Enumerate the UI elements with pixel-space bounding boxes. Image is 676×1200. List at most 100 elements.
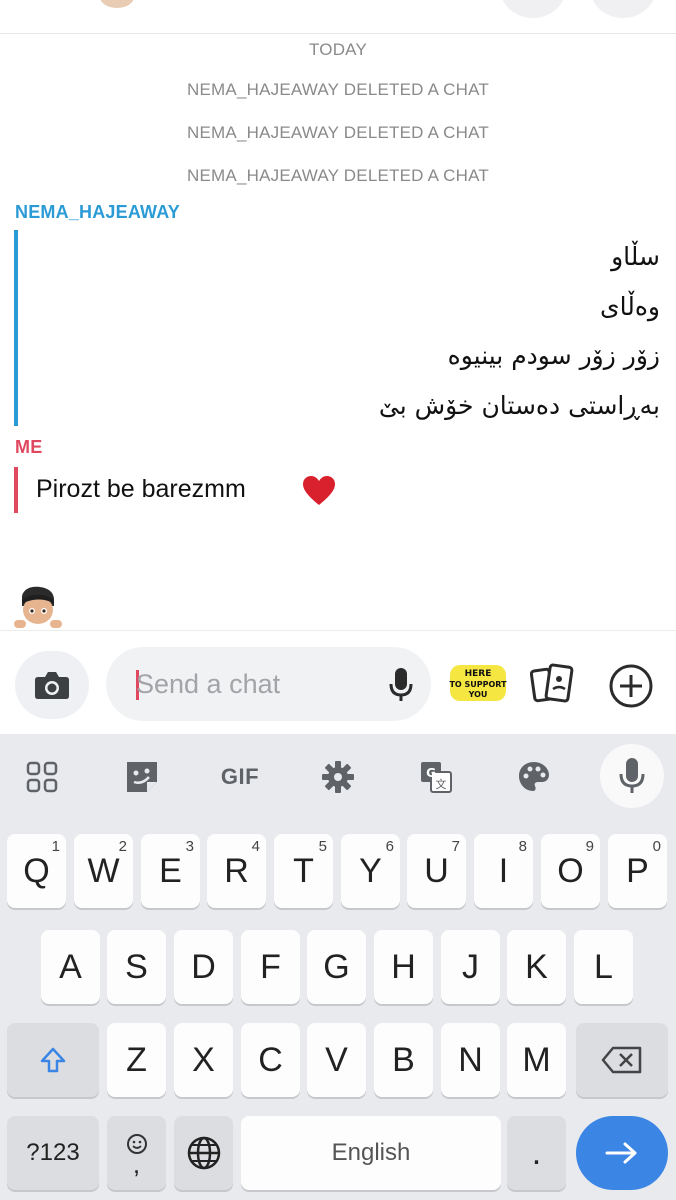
key-hint: 1 — [51, 838, 60, 855]
contact-message[interactable]: سڵاو — [611, 242, 660, 271]
key-t[interactable]: T5 — [274, 834, 333, 908]
sticker-icon[interactable] — [116, 754, 168, 800]
key-hint: 5 — [318, 838, 327, 855]
camera-icon — [35, 672, 69, 699]
key-w[interactable]: W2 — [74, 834, 133, 908]
translate-icon[interactable]: G文 — [410, 754, 462, 800]
symbols-key[interactable]: ?123 — [7, 1116, 99, 1190]
header-video-button[interactable] — [590, 0, 656, 18]
contact-name-label: NEMA_HAJEAWAY — [15, 202, 180, 222]
key-c[interactable]: C — [241, 1023, 300, 1097]
key-hint: 7 — [451, 838, 460, 855]
my-message-bar — [14, 467, 18, 513]
heart-emoji — [303, 476, 335, 505]
enter-key[interactable] — [576, 1116, 668, 1190]
shift-key[interactable] — [7, 1023, 99, 1097]
voice-typing-button[interactable] — [600, 744, 664, 808]
sticker-line-3: YOU — [468, 690, 488, 699]
chat-input-bar: Send a chat HERE TO SUPPORT YOU — [0, 630, 676, 734]
key-hint: 3 — [185, 838, 194, 855]
key-label: E — [159, 851, 182, 890]
key-s[interactable]: S — [107, 930, 166, 1004]
key-label: R — [224, 851, 249, 890]
snapchat-chat-screen: TODAY NEMA_HAJEAWAY DELETED A CHAT NEMA_… — [0, 0, 676, 1200]
svg-text:文: 文 — [436, 777, 447, 791]
key-u[interactable]: U7 — [407, 834, 466, 908]
arrow-right-icon — [605, 1142, 637, 1164]
key-hint: 6 — [385, 838, 394, 855]
key-hint: 9 — [585, 838, 594, 855]
key-i[interactable]: I8 — [474, 834, 533, 908]
key-d[interactable]: D — [174, 930, 233, 1004]
key-q[interactable]: Q1 — [7, 834, 66, 908]
settings-gear-icon[interactable] — [312, 754, 364, 800]
header-avatar[interactable] — [100, 0, 134, 8]
date-header: TODAY — [309, 40, 367, 59]
contact-message-bar — [14, 230, 18, 426]
emoji-comma-key[interactable]: , — [107, 1116, 166, 1190]
key-p[interactable]: P0 — [608, 834, 667, 908]
globe-icon — [187, 1136, 220, 1170]
shift-arrow-icon — [40, 1047, 66, 1073]
plus-circle-icon[interactable] — [608, 663, 654, 709]
me-label: ME — [15, 437, 43, 457]
key-v[interactable]: V — [307, 1023, 366, 1097]
key-o[interactable]: O9 — [541, 834, 600, 908]
contact-message[interactable]: وەڵای — [600, 292, 660, 321]
key-j[interactable]: J — [441, 930, 500, 1004]
key-label: W — [87, 851, 120, 890]
cards-icon[interactable] — [530, 661, 576, 707]
language-globe-key[interactable] — [174, 1116, 233, 1190]
key-a[interactable]: A — [41, 930, 100, 1004]
contact-message[interactable]: بەڕاستی دەستان خۆش بێ — [379, 391, 660, 420]
key-e[interactable]: E3 — [141, 834, 200, 908]
contact-message[interactable]: زۆر زۆر سودم بینیوە — [448, 341, 660, 370]
key-label: P — [626, 851, 649, 890]
key-n[interactable]: N — [441, 1023, 500, 1097]
key-y[interactable]: Y6 — [341, 834, 400, 908]
key-f[interactable]: F — [241, 930, 300, 1004]
key-hint: 0 — [652, 838, 661, 855]
sticker-line-1: HERE — [465, 669, 492, 679]
key-h[interactable]: H — [374, 930, 433, 1004]
soft-keyboard: GIF G文 Q1 W2 E3 R4 T5 Y6 U7 I8 O9 P0 A S — [0, 734, 676, 1200]
key-r[interactable]: R4 — [207, 834, 266, 908]
key-m[interactable]: M — [507, 1023, 566, 1097]
send-chat-placeholder: Send a chat — [136, 669, 281, 699]
key-hint: 2 — [118, 838, 127, 855]
key-z[interactable]: Z — [107, 1023, 166, 1097]
key-hint: 8 — [518, 838, 527, 855]
comma-label: , — [132, 1149, 141, 1179]
key-label: U — [424, 851, 449, 890]
system-message: NEMA_HAJEAWAY DELETED A CHAT — [187, 166, 489, 185]
period-key[interactable]: . — [507, 1116, 566, 1190]
microphone-icon[interactable] — [388, 667, 414, 703]
key-x[interactable]: X — [174, 1023, 233, 1097]
camera-button[interactable] — [15, 651, 89, 719]
keyboard-toolbar: GIF G文 — [0, 734, 676, 820]
key-label: O — [557, 851, 584, 890]
palette-icon[interactable] — [508, 754, 560, 800]
key-k[interactable]: K — [507, 930, 566, 1004]
apps-grid-icon[interactable] — [16, 754, 68, 800]
bitmoji-avatar — [14, 586, 62, 628]
key-label: Y — [359, 851, 382, 890]
key-label: T — [293, 851, 314, 890]
system-message: NEMA_HAJEAWAY DELETED A CHAT — [187, 80, 489, 99]
key-hint: 4 — [251, 838, 260, 855]
sticker-line-2: TO SUPPORT — [449, 680, 507, 689]
gif-button[interactable]: GIF — [214, 754, 266, 800]
key-label: Q — [23, 851, 50, 890]
backspace-key[interactable] — [576, 1023, 668, 1097]
key-b[interactable]: B — [374, 1023, 433, 1097]
key-g[interactable]: G — [307, 930, 366, 1004]
key-l[interactable]: L — [574, 930, 633, 1004]
svg-text:G: G — [426, 766, 436, 780]
send-chat-input[interactable]: Send a chat — [106, 647, 431, 721]
my-message[interactable]: Pirozt be barezmm — [36, 475, 246, 504]
chat-header — [0, 0, 676, 34]
space-bar[interactable]: English — [241, 1116, 501, 1190]
header-call-button[interactable] — [500, 0, 566, 18]
backspace-icon — [601, 1046, 642, 1074]
here-to-support-you-sticker[interactable]: HERE TO SUPPORT YOU — [448, 661, 508, 705]
